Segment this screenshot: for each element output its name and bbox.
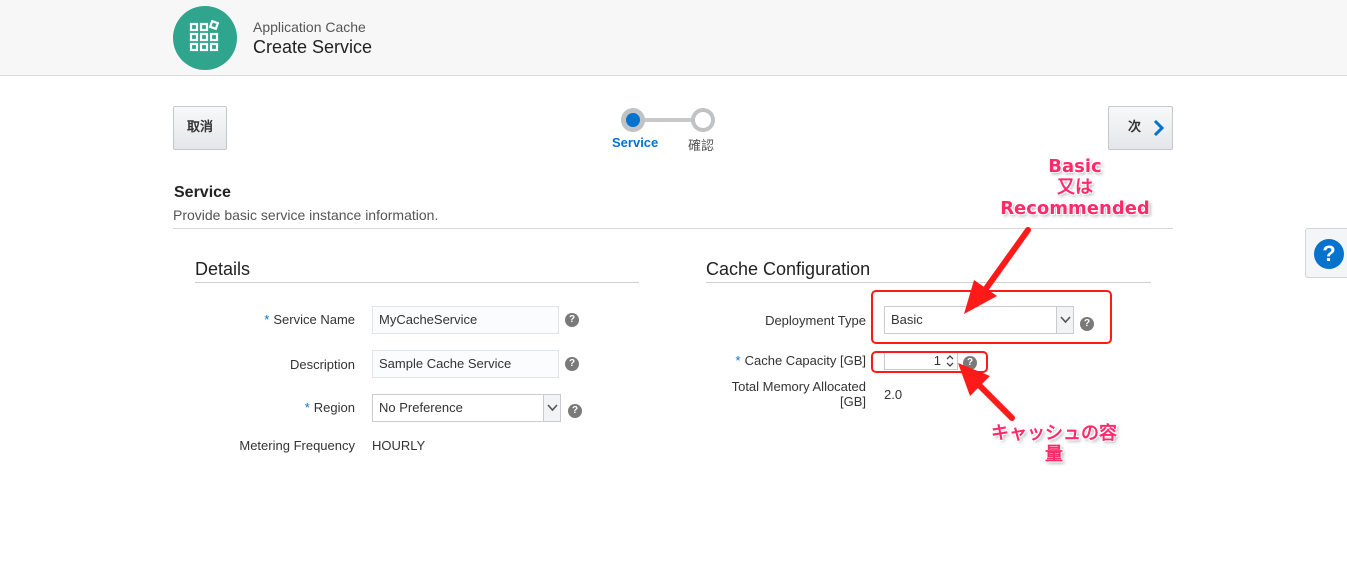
capacity-annotation-arrow — [958, 363, 1015, 421]
annotation-arrows — [958, 227, 1031, 421]
deployment-annotation-arrow — [964, 227, 1031, 314]
help-tab-button[interactable]: ? — [1305, 228, 1347, 278]
help-icon: ? — [1314, 239, 1344, 269]
